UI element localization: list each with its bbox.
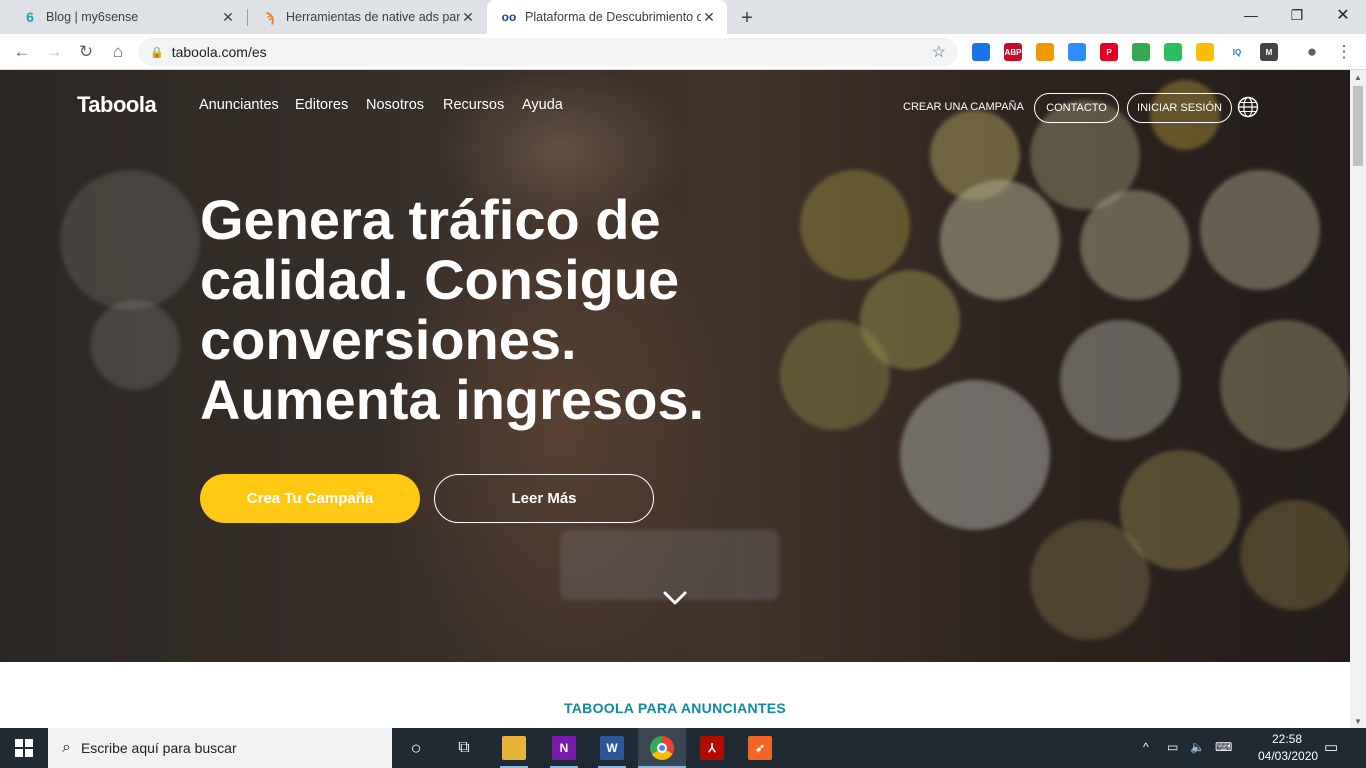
menu-icon[interactable]: ⋮ bbox=[1332, 40, 1356, 64]
tab-blog[interactable]: 6 Blog | my6sense ✕ bbox=[8, 0, 246, 34]
key-ext-icon[interactable] bbox=[1036, 43, 1054, 61]
browser-toolbar: ← → ↻ ⌂ 🔒 taboola.com/es ☆ ABP P IQ M ● ⋮ bbox=[0, 34, 1366, 70]
tab-title: Blog | my6sense bbox=[46, 10, 139, 24]
file-explorer-icon[interactable] bbox=[502, 736, 526, 760]
zoom-ext-icon[interactable] bbox=[1068, 43, 1086, 61]
taboola-icon: oo bbox=[501, 10, 517, 24]
evernote-icon[interactable] bbox=[1164, 43, 1182, 61]
task-view-icon[interactable]: ⧉ bbox=[452, 736, 476, 760]
clock-date: 04/03/2020 bbox=[1258, 749, 1319, 763]
reload-button[interactable]: ↻ bbox=[74, 40, 98, 64]
my6sense-icon: 6 bbox=[26, 9, 34, 25]
clock-time: 22:58 bbox=[1271, 732, 1303, 746]
create-campaign-button[interactable]: Crea Tu Campaña bbox=[200, 474, 420, 523]
close-icon[interactable]: ✕ bbox=[701, 9, 717, 26]
scroll-down-arrow[interactable]: ▼ bbox=[1350, 714, 1366, 728]
pinterest-icon[interactable]: P bbox=[1100, 43, 1118, 61]
acrobat-icon[interactable]: ⅄ bbox=[700, 736, 724, 760]
cast-ext-icon[interactable] bbox=[972, 43, 990, 61]
tab-plataforma[interactable]: oo Plataforma de Descubrimiento de ✕ bbox=[487, 0, 727, 34]
close-icon[interactable]: ✕ bbox=[220, 9, 236, 26]
windows-taskbar: ⌕ Escribe aquí para buscar ○ ⧉ N W ⅄ ➶ ^… bbox=[0, 728, 1366, 768]
address-bar[interactable]: 🔒 taboola.com/es ☆ bbox=[138, 38, 958, 66]
hero-section: Taboola Anunciantes Editores Nosotros Re… bbox=[0, 70, 1350, 662]
nav-recursos[interactable]: Recursos bbox=[443, 97, 504, 113]
tab-herramientas[interactable]: ϡ Herramientas de native ads para ✕ bbox=[248, 0, 486, 34]
contact-button[interactable]: CONTACTO bbox=[1034, 93, 1119, 123]
windows-logo-icon bbox=[15, 739, 33, 757]
adblock-plus-icon[interactable]: ABP bbox=[1004, 43, 1022, 61]
nav-editores[interactable]: Editores bbox=[295, 97, 348, 113]
taskbar-search[interactable]: ⌕ Escribe aquí para buscar bbox=[48, 728, 392, 768]
page-viewport: Taboola Anunciantes Editores Nosotros Re… bbox=[0, 70, 1350, 728]
back-button[interactable]: ← bbox=[10, 40, 34, 64]
chevron-up-icon[interactable]: ^ bbox=[1143, 740, 1149, 754]
rocket-app-icon[interactable]: ➶ bbox=[748, 736, 772, 760]
m-ext-icon[interactable]: M bbox=[1260, 43, 1278, 61]
iq-ext-icon[interactable]: IQ bbox=[1228, 43, 1246, 61]
scroll-up-arrow[interactable]: ▲ bbox=[1350, 70, 1366, 84]
section-heading: TABOOLA PARA ANUNCIANTES bbox=[563, 700, 787, 716]
tool-icon: ϡ bbox=[265, 9, 275, 25]
lock-icon: 🔒 bbox=[150, 46, 164, 59]
start-button[interactable] bbox=[0, 728, 48, 768]
forward-button[interactable]: → bbox=[42, 40, 66, 64]
globe-icon[interactable] bbox=[1237, 96, 1259, 118]
tab-title: Herramientas de native ads para bbox=[286, 10, 460, 24]
search-placeholder: Escribe aquí para buscar bbox=[80, 740, 237, 756]
cortana-icon[interactable]: ○ bbox=[404, 736, 428, 760]
page-scrollbar[interactable]: ▲ ▼ bbox=[1350, 70, 1366, 728]
bookmark-star-icon[interactable]: ☆ bbox=[932, 42, 946, 62]
tab-title: Plataforma de Descubrimiento de bbox=[525, 10, 701, 24]
scrollbar-thumb[interactable] bbox=[1353, 86, 1363, 166]
taskbar-clock[interactable]: 22:58 04/03/2020 bbox=[1258, 731, 1319, 765]
read-more-button[interactable]: Leer Más bbox=[434, 474, 654, 523]
close-window-button[interactable]: ✕ bbox=[1320, 0, 1366, 30]
taboola-logo[interactable]: Taboola bbox=[77, 92, 157, 118]
volume-icon[interactable]: 🔈 bbox=[1190, 740, 1205, 754]
nav-ayuda[interactable]: Ayuda bbox=[522, 97, 563, 113]
search-icon: ⌕ bbox=[62, 739, 71, 756]
new-tab-button[interactable]: + bbox=[734, 5, 760, 31]
create-campaign-link[interactable]: CREAR UNA CAMPAÑA bbox=[903, 101, 1024, 113]
chrome-icon[interactable] bbox=[650, 736, 674, 760]
network-icon[interactable]: ▭ bbox=[1167, 740, 1178, 754]
nav-anunciantes[interactable]: Anunciantes bbox=[199, 97, 279, 113]
login-button[interactable]: INICIAR SESIÓN bbox=[1127, 93, 1232, 123]
profile-icon[interactable]: ● bbox=[1300, 40, 1324, 64]
hero-headline: Genera tráfico de calidad. Consigue conv… bbox=[200, 188, 705, 431]
onenote-icon[interactable]: N bbox=[552, 736, 576, 760]
word-icon[interactable]: W bbox=[600, 736, 624, 760]
close-icon[interactable]: ✕ bbox=[460, 9, 476, 26]
tab-strip: 6 Blog | my6sense ✕ ϡ Herramientas de na… bbox=[0, 0, 1366, 34]
minimize-button[interactable]: — bbox=[1228, 0, 1274, 30]
chevron-down-icon[interactable] bbox=[660, 588, 690, 608]
keyboard-icon[interactable]: ⌨ bbox=[1215, 740, 1232, 754]
notifications-icon[interactable]: ▭ bbox=[1324, 738, 1338, 756]
speed-ext-icon[interactable] bbox=[1132, 43, 1150, 61]
restore-button[interactable]: ❐ bbox=[1274, 0, 1320, 30]
url-text: taboola.com/es bbox=[171, 44, 267, 60]
color-grid-icon[interactable] bbox=[1196, 43, 1214, 61]
home-button[interactable]: ⌂ bbox=[106, 40, 130, 64]
nav-nosotros[interactable]: Nosotros bbox=[366, 97, 424, 113]
